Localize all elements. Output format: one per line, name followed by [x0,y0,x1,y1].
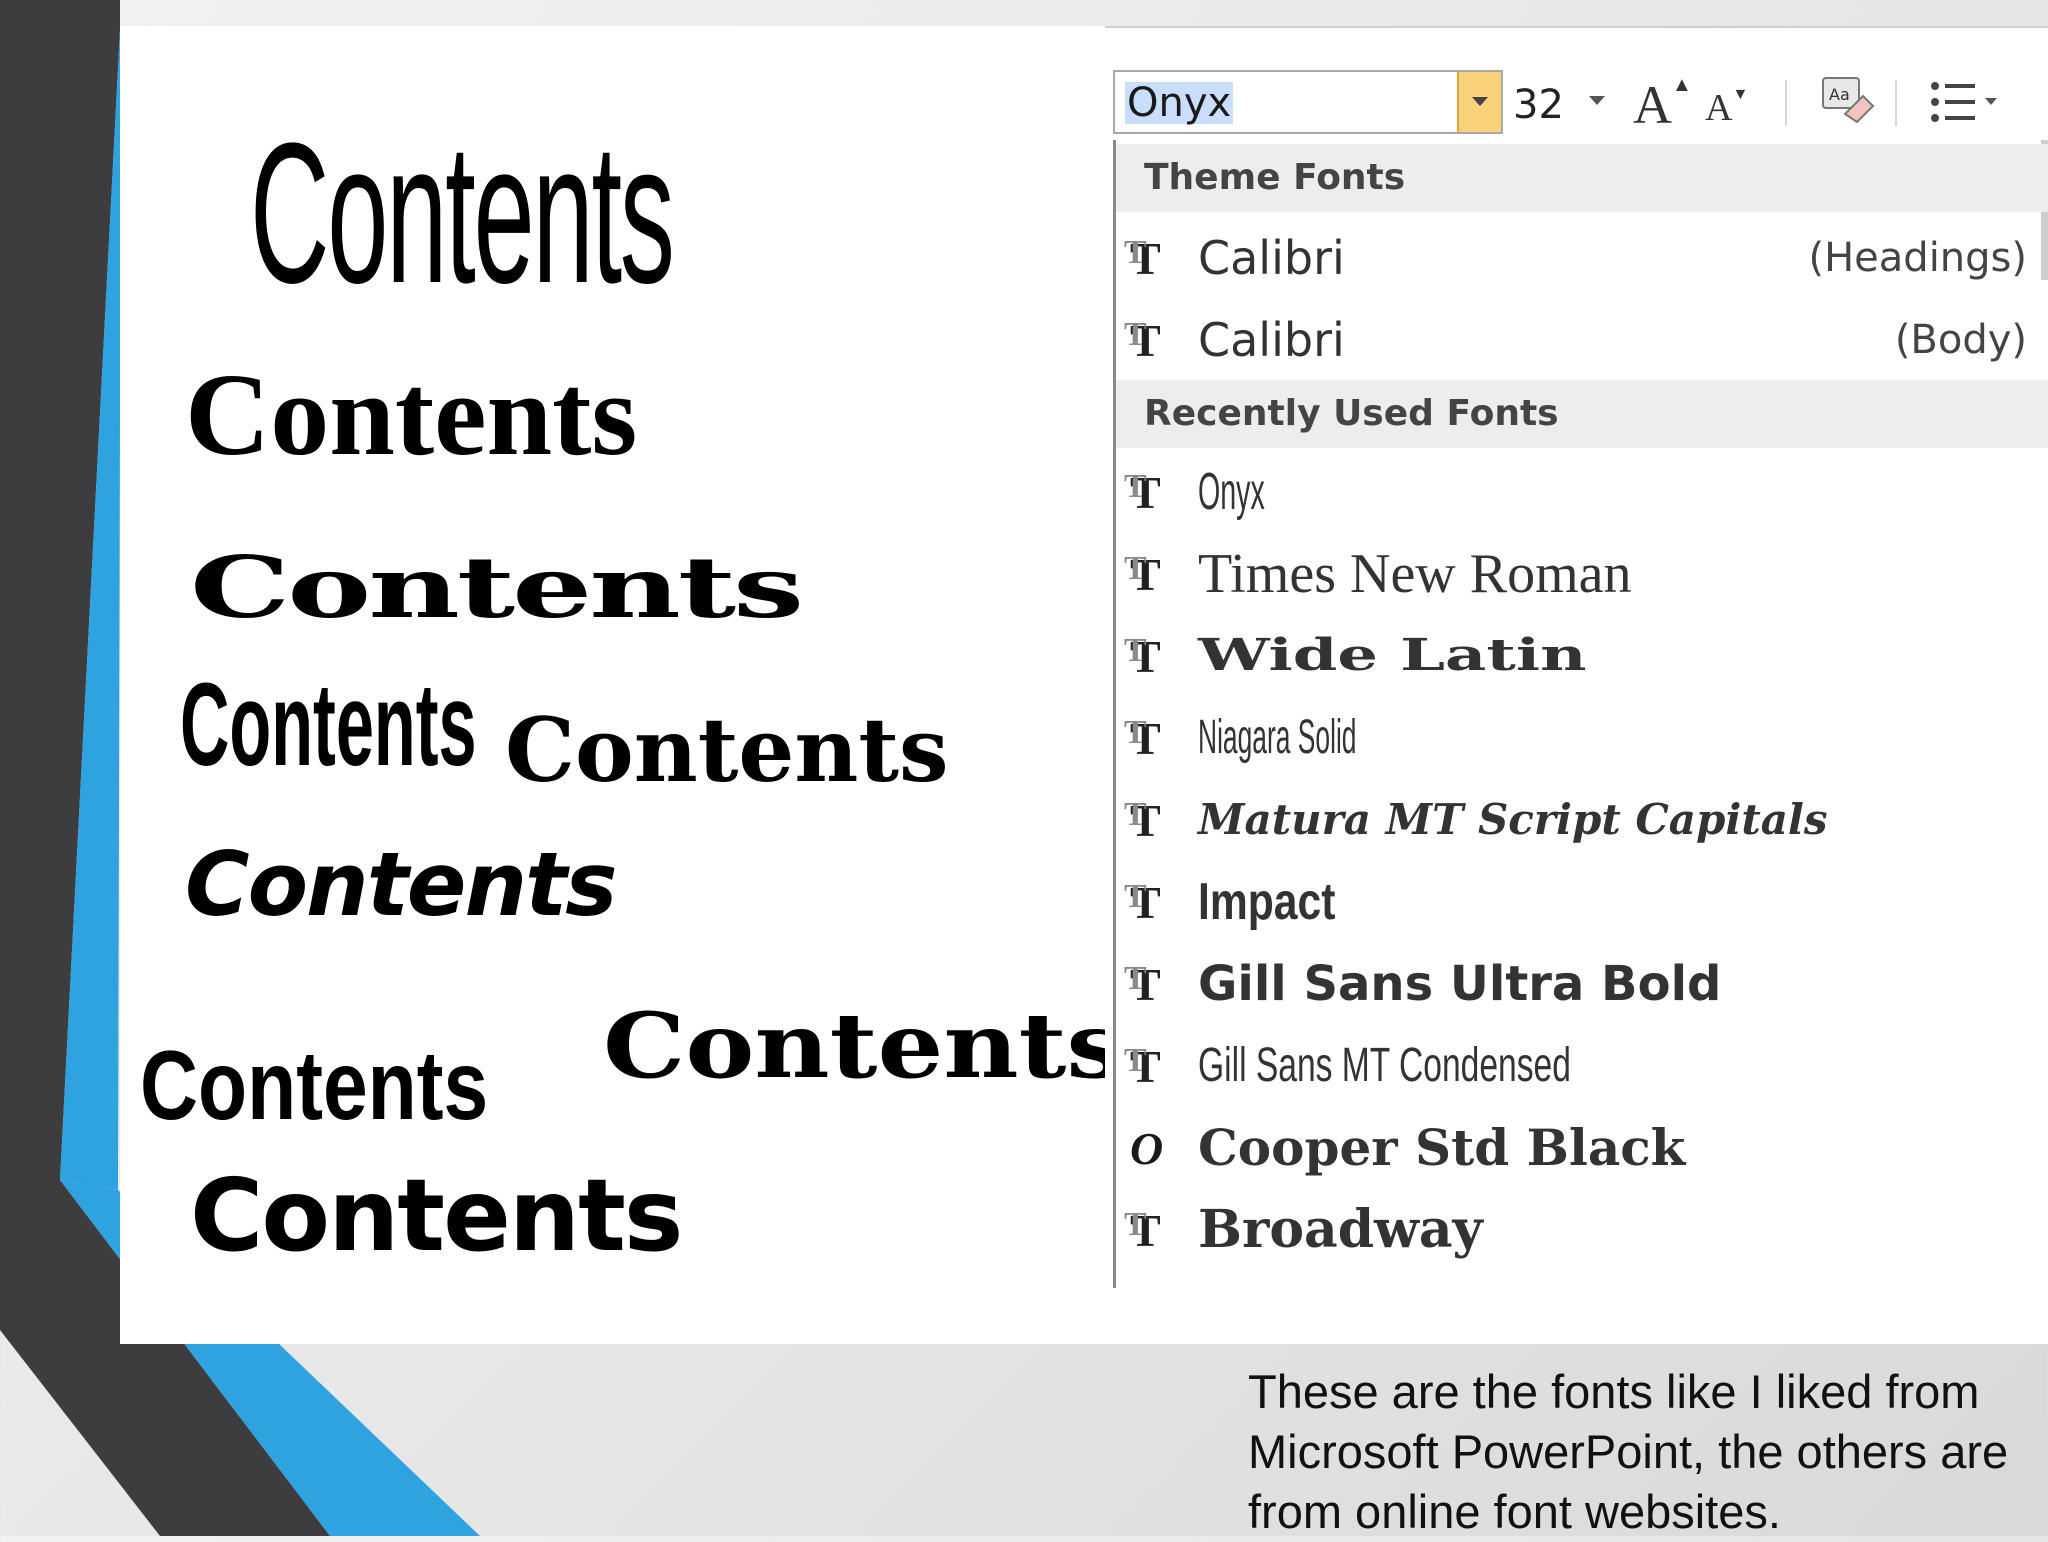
font-item-label: Impact [1198,873,1336,931]
truetype-icon: T [1124,1038,1176,1090]
font-item-cooper-std-black[interactable]: O Cooper Std Black [1116,1108,2048,1188]
font-picker: Onyx 32 A▲ A▼ Aa Theme Fonts T Calibri (… [1105,26,2048,1288]
svg-text:Aa: Aa [1829,85,1850,104]
font-item-calibri-headings[interactable]: T Calibri (Headings) [1116,218,2048,298]
font-dropdown-arrow-icon[interactable] [1457,72,1501,132]
toolbar-separator [1895,80,1897,126]
recent-fonts-header: Recently Used Fonts [1116,380,2048,448]
font-item-tag: (Body) [1894,317,2027,363]
truetype-icon: T [1124,710,1176,762]
theme-fonts-header: Theme Fonts [1116,144,2048,212]
size-dropdown-arrow-icon[interactable] [1589,96,1605,105]
font-item-label: Gill Sans Ultra Bold [1198,956,1722,1012]
opentype-icon: O [1130,1123,1164,1174]
truetype-icon: T [1124,230,1176,282]
sample-serif-bold: Contents [505,698,949,802]
sample-cooper: Contents [603,993,1125,1099]
font-size-combobox[interactable]: 32 [1505,70,1617,134]
truetype-icon: T [1124,1202,1176,1254]
font-item-label: Gill Sans MT Condensed [1198,1039,1571,1092]
font-item-niagara-solid[interactable]: T Niagara Solid [1116,698,2048,778]
truetype-icon: T [1124,792,1176,844]
font-item-label: Cooper Std Black [1198,1118,1686,1177]
font-item-label: Calibri [1198,231,1345,285]
font-name-value[interactable]: Onyx [1125,82,1234,124]
font-item-broadway[interactable]: T Broadway [1116,1190,2048,1270]
font-item-label: Wide Latin [1198,630,1587,681]
clear-formatting-icon[interactable]: Aa [1817,74,1877,130]
font-item-matura-mt[interactable]: T Matura MT Script Capitals [1116,780,2048,860]
font-item-wide-latin[interactable]: T Wide Latin [1116,616,2048,696]
font-item-label: Times New Roman [1198,543,1632,605]
truetype-icon: T [1124,312,1176,364]
font-item-label: Matura MT Script Capitals [1198,795,1828,844]
font-item-label: Broadway [1198,1199,1483,1260]
slide-caption: These are the fonts like I liked from Mi… [1248,1365,2009,1538]
font-item-gill-sans-mt-condensed[interactable]: T Gill Sans MT Condensed [1116,1026,2048,1106]
sample-niagara: Contents [180,659,477,791]
truetype-icon: T [1124,628,1176,680]
font-size-value[interactable]: 32 [1513,82,1564,128]
toolbar-separator [1785,80,1787,126]
sample-times: Contents [185,349,638,480]
sample-gill-ultra: Contents [190,1157,683,1274]
font-item-impact[interactable]: T Impact [1116,862,2048,942]
toolbar-divider [1105,26,2048,28]
font-item-label: Calibri [1198,313,1345,367]
font-item-label: Onyx [1198,463,1265,521]
sample-onyx: Contents [250,102,675,325]
sample-script: Contents [185,833,618,936]
font-dropdown-list: Theme Fonts T Calibri (Headings) T Calib… [1113,140,2048,1288]
sample-impact: Contents [140,1030,489,1140]
bullet-list-icon[interactable] [1925,74,2005,130]
grow-font-icon[interactable]: A▲ [1633,74,1692,135]
shrink-font-icon[interactable]: A▼ [1705,86,1748,142]
font-item-calibri-body[interactable]: T Calibri (Body) [1116,300,2048,380]
truetype-icon: T [1124,546,1176,598]
font-item-onyx[interactable]: T Onyx [1116,452,2048,532]
truetype-icon: T [1124,874,1176,926]
font-item-times-new-roman[interactable]: T Times New Roman [1116,534,2048,614]
font-item-label: Niagara Solid [1198,711,1357,764]
font-item-tag: (Headings) [1808,235,2028,281]
font-item-gill-sans-ultra-bold[interactable]: T Gill Sans Ultra Bold [1116,944,2048,1024]
truetype-icon: T [1124,464,1176,516]
sample-wide-latin: Contents [190,538,804,637]
font-name-combobox[interactable]: Onyx [1113,70,1503,134]
truetype-icon: T [1124,956,1176,1008]
